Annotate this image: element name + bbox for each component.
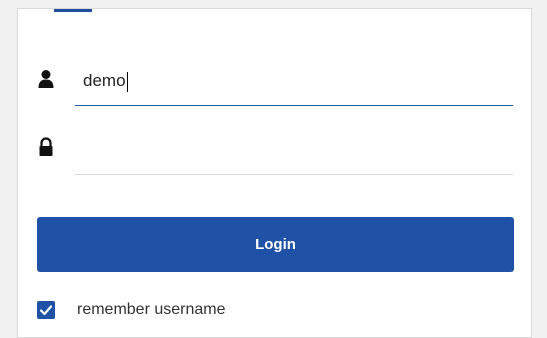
user-icon [38, 69, 54, 89]
remember-label: remember username [77, 301, 226, 318]
checkmark-icon [39, 305, 53, 316]
username-row: demo [18, 61, 533, 111]
login-card: demo Login remember username [17, 8, 532, 338]
lock-icon [38, 137, 54, 157]
username-underline [75, 105, 513, 106]
tab-indicator [54, 9, 92, 12]
text-caret [126, 71, 128, 92]
username-field[interactable]: demo [75, 64, 513, 98]
username-value: demo [83, 71, 126, 90]
password-underline [75, 174, 513, 175]
password-row [18, 129, 533, 179]
remember-checkbox[interactable] [37, 301, 55, 319]
password-field[interactable] [75, 132, 513, 166]
login-button[interactable]: Login [37, 217, 514, 272]
remember-username-row[interactable]: remember username [37, 299, 226, 321]
